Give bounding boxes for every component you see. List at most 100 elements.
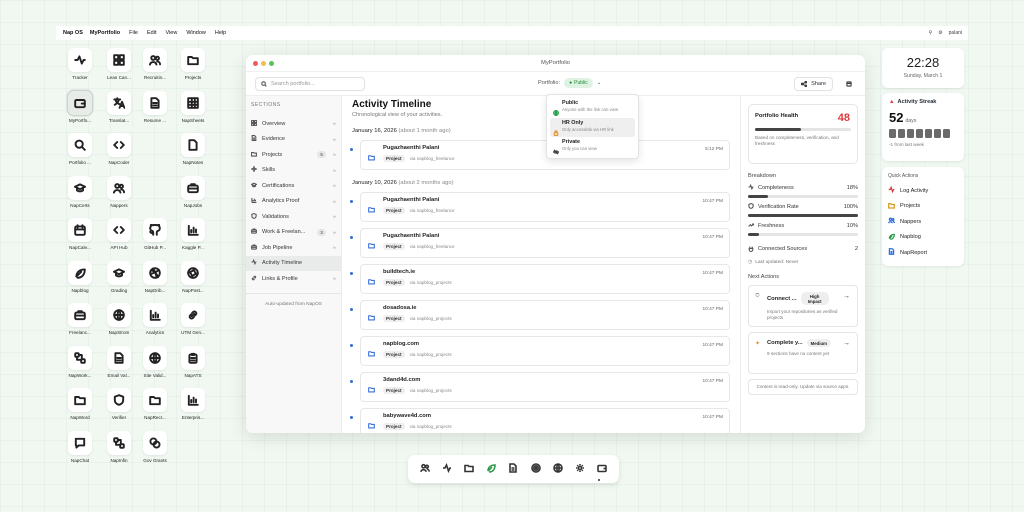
dock-item-leaf-icon[interactable] <box>486 460 497 478</box>
timeline-entry[interactable]: buildtech.ie Project via napblog_projects 1… <box>350 264 730 294</box>
desktop-icon-33[interactable]: Verifier <box>99 388 139 420</box>
connected-sources[interactable]: Connected Sources 2 <box>748 246 858 252</box>
desktop-icon-25[interactable]: NapStrom <box>99 303 139 335</box>
desktop-icon-19[interactable]: Kaggle P... <box>173 218 213 250</box>
sidebar-item-job-pipeline[interactable]: Job Pipeline ∞ <box>246 240 341 256</box>
quick-action-projects[interactable]: Projects <box>888 199 958 215</box>
search-input[interactable]: Search portfolio... <box>255 76 365 91</box>
chevron-down-icon[interactable]: ⌄ <box>597 80 602 86</box>
visibility-option-hr-only[interactable]: HR Only Only accessible via HR link <box>550 117 635 137</box>
visibility-pill[interactable]: ● Public <box>564 78 593 88</box>
desktop-icon-11[interactable]: NapNotes <box>173 133 213 165</box>
timeline-entry[interactable]: 3dand4d.com Project via napblog_projects 10… <box>350 372 730 402</box>
user-name[interactable]: palani <box>949 30 962 36</box>
desktop-icon-9[interactable]: NapCoder <box>99 133 139 165</box>
timeline-entry[interactable]: Pugazhaenthi Palani Project via napblog_fr… <box>350 140 730 170</box>
desktop-icon-6[interactable]: Resume ... <box>135 90 175 123</box>
arrow-right-icon[interactable]: → <box>843 293 850 300</box>
quick-action-napreport[interactable]: NapReport <box>888 245 958 261</box>
desktop-icon-2[interactable]: Recruitin... <box>135 48 175 80</box>
desktop-icon-22[interactable]: NapDrib... <box>135 260 175 293</box>
desktop-icon-37[interactable]: NapInfin <box>99 430 139 463</box>
sidebar-item-certifications[interactable]: Certifications ∞ <box>246 178 341 194</box>
desktop-icon-12[interactable]: NapCerts <box>60 175 100 208</box>
sidebar-item-projects[interactable]: Projects 5 ∞ <box>246 147 341 163</box>
timeline-card[interactable]: Pugazhaenthi Palani Project via napblog_fr… <box>360 192 730 222</box>
dock-item-target-icon[interactable] <box>530 460 541 478</box>
window-toggle-button[interactable] <box>842 77 856 91</box>
sidebar-item-links-profile[interactable]: Links & Profile ∞ <box>246 271 341 287</box>
desktop-icon-27[interactable]: UTM Gen... <box>173 303 213 335</box>
desktop-icon-7[interactable]: NapSheets <box>173 90 213 123</box>
next-action-card[interactable]: ⎊ Connect ... High Impact → Import your repo… <box>748 285 858 327</box>
desktop-icon-23[interactable]: NapPost... <box>173 260 213 293</box>
timeline-entry[interactable]: Pugazhaenthi Palani Project via napblog_fr… <box>350 192 730 222</box>
desktop-icon-35[interactable]: Enterpris... <box>173 388 213 420</box>
sidebar-item-activity-timeline[interactable]: Activity Timeline <box>246 255 341 271</box>
quick-action-napblog[interactable]: Napblog <box>888 230 958 246</box>
desktop-icon-31[interactable]: NapATS <box>173 345 213 378</box>
timeline-entry[interactable]: dosadosa.ie Project via napblog_projects 10… <box>350 300 730 330</box>
desktop-icon-18[interactable]: GitHub P... <box>135 218 175 250</box>
menu-edit[interactable]: Edit <box>147 30 156 36</box>
desktop-icon-26[interactable]: Analytics <box>135 303 175 335</box>
visibility-option-public[interactable]: Public Anyone with the link can view <box>550 98 635 118</box>
dock-item-wallet-icon[interactable] <box>597 460 607 478</box>
timeline-entry[interactable]: Pugazhaenthi Palani Project via napblog_fr… <box>350 228 730 258</box>
desktop-icon-13[interactable]: Nappers <box>99 175 139 208</box>
desktop-icon-3[interactable]: Projects <box>173 48 213 80</box>
close-window-button[interactable] <box>253 61 258 66</box>
dock-item-globe-icon[interactable] <box>552 460 563 478</box>
settings-icon[interactable]: ⚙ <box>938 30 942 36</box>
desktop-icon-1[interactable]: Lean Can... <box>99 48 139 80</box>
menu-window[interactable]: Window <box>186 30 206 36</box>
dock-item-activity-icon[interactable] <box>442 460 452 478</box>
desktop-icon-32[interactable]: NapWord <box>60 388 100 420</box>
timeline-card[interactable]: Pugazhaenthi Palani Project via napblog_fr… <box>360 228 730 258</box>
timeline-entry[interactable]: babywave4d.com Project via napblog_project… <box>350 408 730 433</box>
sidebar-item-validations[interactable]: Validations ∞ <box>246 209 341 225</box>
desktop-icon-29[interactable]: Email Val... <box>99 345 139 378</box>
visibility-option-private[interactable]: Private Only you can view <box>550 137 635 157</box>
quick-action-nappers[interactable]: Nappers <box>887 214 958 230</box>
menu-help[interactable]: Help <box>215 30 226 36</box>
desktop-icon-8[interactable]: Portfolio ... <box>60 133 100 165</box>
search-icon[interactable]: ⚲ <box>928 30 932 36</box>
desktop-icon-5[interactable]: Translat... <box>99 90 139 123</box>
dock-item-users-icon[interactable] <box>420 460 431 478</box>
share-button[interactable]: Share <box>794 77 833 91</box>
menu-myportfolio[interactable]: MyPortfolio <box>90 30 120 36</box>
desktop-icon-30[interactable]: Site Valid... <box>135 345 175 378</box>
menu-view[interactable]: View <box>165 30 177 36</box>
sidebar-item-analytics-proof[interactable]: Analytics Proof ∞ <box>246 194 341 210</box>
desktop-icon-4[interactable]: MyPortfo... <box>60 90 100 123</box>
quick-action-log-activity[interactable]: Log Activity <box>888 183 958 199</box>
desktop-icon-0[interactable]: Tracker <box>60 48 100 80</box>
timeline-card[interactable]: buildtech.ie Project via napblog_projects 1… <box>360 264 730 294</box>
dock-item-gear-icon[interactable] <box>575 460 585 478</box>
timeline-entry[interactable]: napblog.com Project via napblog_projects 10… <box>350 336 730 366</box>
timeline-card[interactable]: dosadosa.ie Project via napblog_projects 10… <box>360 300 730 330</box>
desktop-icon-16[interactable]: NapCale... <box>60 218 100 250</box>
desktop-icon-28[interactable]: NapWork... <box>60 345 100 378</box>
timeline-card[interactable]: Pugazhaenthi Palani Project via napblog_fr… <box>360 140 730 170</box>
timeline-card[interactable]: 3dand4d.com Project via napblog_projects 10… <box>360 372 730 402</box>
minimize-window-button[interactable] <box>261 61 266 66</box>
sidebar-item-work-freelance[interactable]: Work & Freelan... 3 ∞ <box>246 225 341 241</box>
sidebar-item-overview[interactable]: Overview ∞ <box>246 116 341 132</box>
desktop-icon-24[interactable]: Freelanc... <box>60 303 100 335</box>
menu-file[interactable]: File <box>129 30 138 36</box>
timeline-card[interactable]: babywave4d.com Project via napblog_project… <box>360 408 730 433</box>
desktop-icon-17[interactable]: API Hub <box>99 218 139 250</box>
desktop-icon-21[interactable]: Grading <box>99 260 139 293</box>
next-action-card[interactable]: ✦ Complete y... Medium → 9 sections have no … <box>748 332 858 374</box>
dock-item-document-icon[interactable] <box>508 460 518 478</box>
sidebar-item-evidence[interactable]: Evidence ∞ <box>246 132 341 148</box>
desktop-icon-15[interactable]: NapJobs <box>173 175 213 208</box>
arrow-right-icon[interactable]: → <box>843 340 850 347</box>
sidebar-item-skills[interactable]: Skills ∞ <box>246 163 341 179</box>
timeline-card[interactable]: napblog.com Project via napblog_projects 10… <box>360 336 730 366</box>
desktop-icon-20[interactable]: Napblog <box>60 260 100 293</box>
desktop-icon-34[interactable]: NapRecr... <box>135 388 175 420</box>
app-name[interactable]: Nap OS <box>63 30 83 36</box>
